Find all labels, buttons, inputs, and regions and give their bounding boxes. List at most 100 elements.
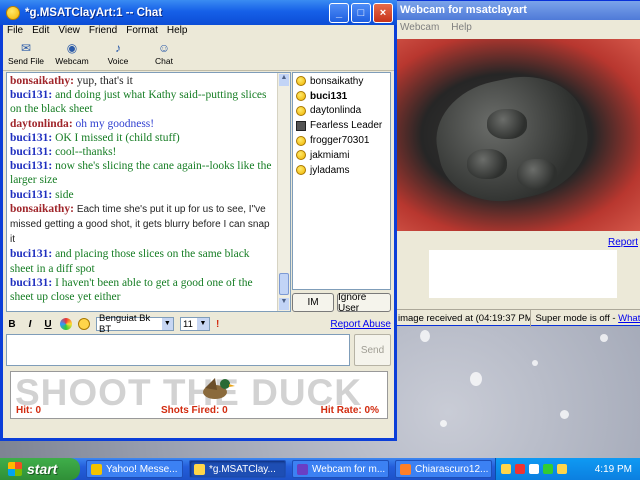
microphone-icon: ♪ — [115, 41, 121, 55]
taskbar-button[interactable]: Chiarascuro12... — [395, 460, 492, 478]
message-author[interactable]: buci131 — [10, 277, 48, 289]
message-author[interactable]: buci131 — [10, 160, 48, 172]
user-list[interactable]: bonsaikathy buci131 daytonlinda Fearless Le… — [292, 72, 391, 290]
menu-format[interactable]: Format — [126, 25, 158, 41]
chat-log[interactable]: bonsaikathy: yup, that's it buci131: and … — [6, 72, 291, 312]
clay-slice-image — [487, 109, 527, 139]
message-author[interactable]: bonsaikathy — [10, 75, 70, 87]
chat-message: buci131: and placing those slices on the… — [10, 247, 276, 275]
menu-edit[interactable]: Edit — [32, 25, 49, 41]
message-author[interactable]: buci131 — [10, 132, 48, 144]
close-button[interactable]: × — [373, 2, 393, 23]
update-tray-icon[interactable] — [543, 464, 553, 474]
user-list-item[interactable]: frogger70301 — [296, 133, 387, 148]
user-list-item[interactable]: bonsaikathy — [296, 74, 387, 89]
minimize-button[interactable]: _ — [329, 2, 349, 23]
duck-icon — [203, 378, 235, 399]
im-button[interactable]: IM — [292, 293, 334, 312]
super-mode-what-link[interactable]: What — [618, 313, 640, 324]
webcam-statusbar: image received at (04:19:37 PM) Super mo… — [394, 309, 640, 327]
send-file-button[interactable]: ✉ Send File — [5, 41, 47, 70]
voice-button[interactable]: ♪ Voice — [97, 41, 139, 70]
start-button[interactable]: start — [0, 458, 80, 480]
user-name: frogger70301 — [310, 135, 370, 147]
message-author[interactable]: buci131 — [10, 146, 48, 158]
user-list-item[interactable]: daytonlinda — [296, 104, 387, 119]
font-size-select[interactable]: 11 ▼ — [180, 317, 210, 331]
chat-scrollbar[interactable]: ▲ ▼ — [277, 73, 290, 311]
chat-messages: bonsaikathy: yup, that's it buci131: and … — [7, 73, 279, 305]
message-author[interactable]: buci131 — [10, 248, 48, 260]
chat-titlebar[interactable]: *g.MSATClayArt:1 -- Chat _ □ × — [0, 0, 397, 25]
message-author[interactable]: buci131 — [10, 89, 48, 101]
menu-file[interactable]: File — [7, 25, 23, 41]
ignore-user-button[interactable]: Ignore User — [337, 292, 391, 314]
clay-cane-image — [426, 64, 598, 214]
snowflake — [420, 330, 430, 342]
webcam-label: Webcam — [55, 56, 89, 66]
chat-message: daytonlinda: oh my goodness! — [10, 117, 276, 131]
webcam-ad-area — [429, 250, 617, 298]
scroll-thumb[interactable] — [279, 273, 289, 295]
message-text: cool--thanks! — [55, 146, 117, 159]
send-button[interactable]: Send — [354, 334, 391, 366]
ad-hit-count: Hit: 0 — [16, 405, 41, 416]
user-list-item[interactable]: buci131 — [296, 89, 387, 104]
webcam-window-title[interactable]: Webcam for msatclayart — [394, 1, 640, 20]
webcam-button[interactable]: ◉ Webcam — [51, 41, 93, 70]
message-author[interactable]: bonsaikathy — [10, 203, 70, 215]
font-family-select[interactable]: Benguiat Bk BT ▼ — [96, 313, 174, 335]
messenger-tray-icon[interactable] — [501, 464, 511, 474]
send-file-icon: ✉ — [20, 41, 32, 55]
chat-message: buci131: and doing just what Kathy said-… — [10, 88, 276, 116]
taskbar-tasks: Yahoo! Messe... *g.MSATClay... Webcam for … — [80, 460, 492, 478]
webcam-menu-help[interactable]: Help — [451, 22, 472, 35]
user-list-item[interactable]: jakmiami — [296, 148, 387, 163]
chat-bubble-icon: ☺ — [157, 41, 171, 55]
start-label: start — [27, 461, 58, 477]
alert-icon[interactable]: ! — [216, 319, 219, 330]
user-list-item[interactable]: jyladams — [296, 163, 387, 178]
chat-message: bonsaikathy: Each time she's put it up f… — [10, 202, 276, 248]
message-author[interactable]: daytonlinda — [10, 118, 69, 130]
report-abuse-link[interactable]: Report Abuse — [330, 319, 391, 330]
author-separator: : — [70, 202, 77, 215]
bold-button[interactable]: B — [6, 319, 18, 330]
webcam-menu-webcam[interactable]: Webcam — [400, 22, 439, 35]
user-name: buci131 — [310, 90, 348, 102]
message-author[interactable]: buci131 — [10, 189, 48, 201]
menu-view[interactable]: View — [58, 25, 80, 41]
smiley-tray-icon[interactable] — [557, 464, 567, 474]
chat-menubar: File Edit View Friend Format Help — [3, 25, 394, 41]
messenger-smiley-icon — [6, 5, 20, 20]
menu-help[interactable]: Help — [167, 25, 188, 41]
chat-message: buci131: OK I missed it (child stuff) — [10, 131, 276, 145]
taskbar-button[interactable]: *g.MSATClay... — [189, 460, 286, 478]
author-separator: : — [68, 117, 76, 130]
chevron-down-icon: ▼ — [161, 318, 173, 330]
user-list-item[interactable]: Fearless Leader — [296, 118, 387, 133]
scroll-down-icon[interactable]: ▼ — [279, 298, 289, 310]
network-tray-icon[interactable] — [529, 464, 539, 474]
color-palette-icon[interactable] — [60, 318, 72, 330]
webcam-icon — [296, 120, 306, 131]
scroll-up-icon[interactable]: ▲ — [279, 74, 289, 86]
clay-slice-image — [467, 149, 507, 179]
antivirus-tray-icon[interactable] — [515, 464, 525, 474]
message-input[interactable] — [6, 334, 350, 366]
taskbar-button[interactable]: Webcam for m... — [292, 460, 389, 478]
maximize-button[interactable]: □ — [351, 2, 371, 23]
taskbar-button[interactable]: Yahoo! Messe... — [86, 460, 183, 478]
taskbar-button-label: Yahoo! Messe... — [106, 463, 178, 475]
italic-button[interactable]: I — [24, 319, 36, 330]
emoticon-icon[interactable] — [78, 318, 90, 330]
shoot-the-duck-ad[interactable]: SHOOT THE DUCK Hit: 0 Shots Fired: 0 Hit… — [10, 371, 388, 419]
chat-message: buci131: now she's slicing the cane agai… — [10, 159, 276, 187]
chat-button[interactable]: ☺ Chat — [143, 41, 185, 70]
ad-shots-fired: Shots Fired: 0 — [161, 405, 228, 416]
message-text: side — [55, 188, 74, 201]
user-name: Fearless Leader — [310, 120, 383, 132]
webcam-report-link[interactable]: Report — [608, 237, 638, 248]
menu-friend[interactable]: Friend — [89, 25, 117, 41]
underline-button[interactable]: U — [42, 319, 54, 330]
